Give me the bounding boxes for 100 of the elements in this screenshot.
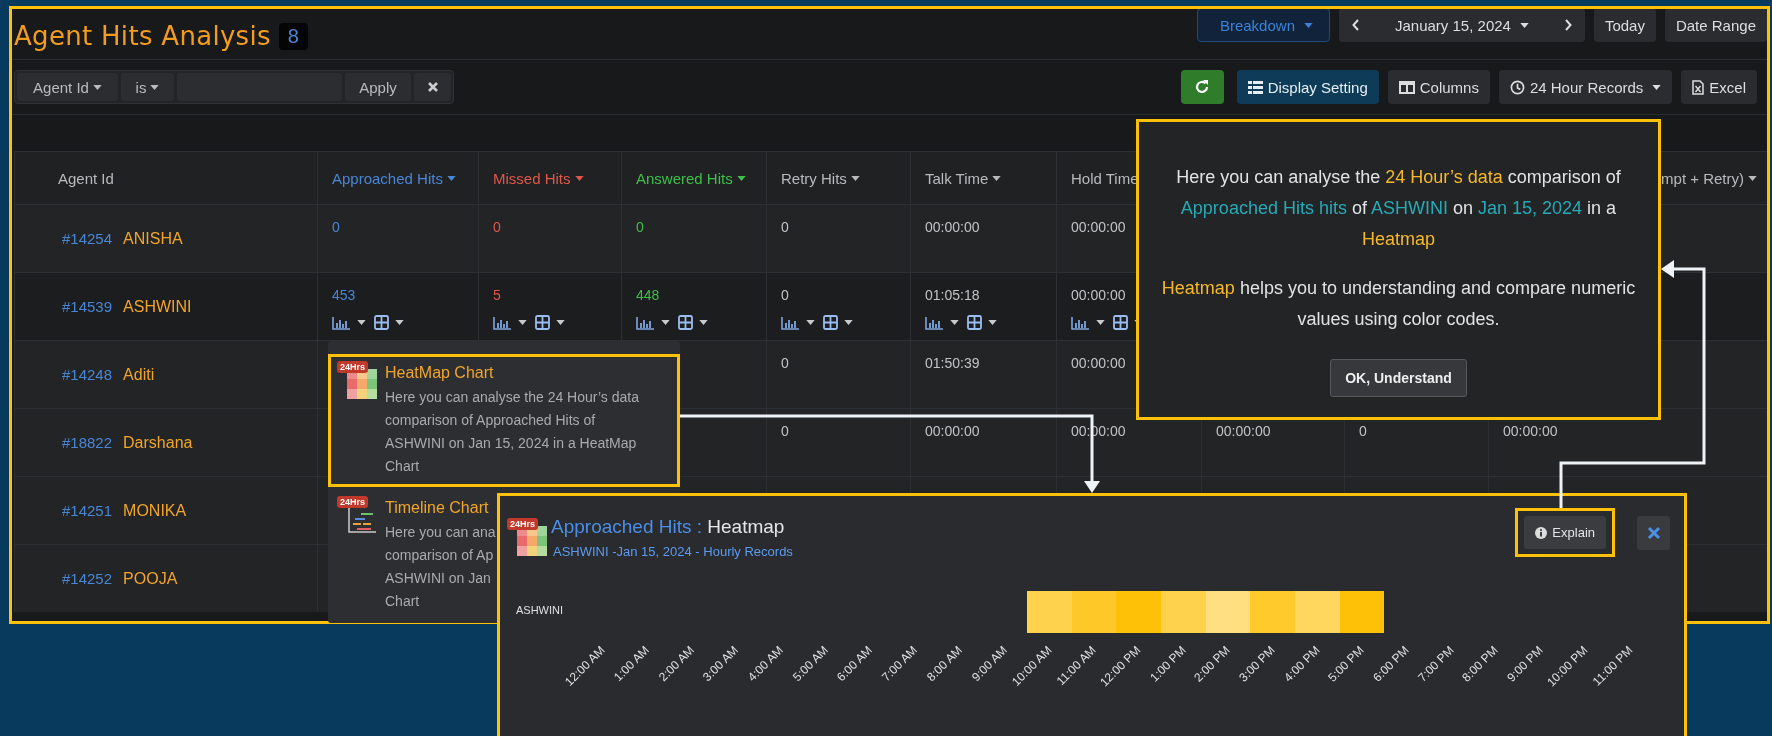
table-cell: 0 [781,423,789,439]
table-cell: 0 [332,219,340,235]
table-cell: 5 [493,287,501,303]
table-cell: 0 [781,287,789,303]
chevron-left-icon [1352,19,1360,31]
panel-subtitle: ASHWINI -Jan 15, 2024 - Hourly Records [553,544,793,559]
hours-badge: 24Hrs [337,496,369,508]
heatmap-icon [517,526,547,556]
chart-type-option[interactable]: 24Hrs HeatMap Chart Here you can analyse the 24 Hour’s data comparison of Approached Hits of ASHWINI on Jan 15, 2024 in a HeatMap Chart [328,354,680,487]
hour-label: 6:00 AM [834,643,876,685]
excel-button[interactable]: Excel [1681,70,1757,104]
caret-icon [395,320,404,325]
records-dropdown[interactable]: 24 Hour Records [1498,70,1673,104]
caret-icon [92,84,102,90]
agent-name[interactable]: ANISHA [123,229,183,248]
agent-id[interactable]: #14539 [62,298,113,315]
agent-name[interactable]: Aditi [123,365,155,384]
table-cell: 01:50:39 [925,355,980,371]
chart-menu-button[interactable] [493,315,527,330]
column-header[interactable]: mpt + Retry) [1661,169,1757,187]
apply-button[interactable]: Apply [345,73,411,101]
page-title: Agent Hits Analysis [14,21,271,51]
table-cell: 00:00:00 [1071,287,1126,303]
hours-badge: 24Hrs [507,518,539,530]
agent-id[interactable]: #18822 [62,434,113,451]
table-menu-button[interactable] [678,315,708,330]
close-icon [1646,526,1661,540]
chart-menu-button[interactable] [781,315,815,330]
column-header[interactable]: Retry Hits [781,169,860,187]
table-cell: 0 [493,219,501,235]
chart-type-option[interactable]: 24Hrs Timeline Chart Here you can ana comparison of Ap ASHWINI on Jan Chart [328,489,497,622]
column-header[interactable]: Talk Time [925,169,1002,187]
grid-icon [535,315,550,330]
hour-label: 4:00 PM [1280,643,1323,685]
table-cell: 0 [781,219,789,235]
grid-icon [678,315,693,330]
grid-icon [374,315,389,330]
hour-label: 7:00 AM [879,643,921,685]
caret-icon [518,320,527,325]
panel-title: Approached Hits : Heatmap [551,516,786,538]
table-cell: 00:00:00 [925,219,980,235]
table-menu-button[interactable] [374,315,404,330]
table-cell: 00:00:00 [1503,423,1558,439]
hour-label: 6:00 PM [1370,643,1412,685]
column-header[interactable]: Approached Hits [332,169,456,187]
column-header[interactable]: Missed Hits [493,169,584,187]
columns-button[interactable]: Columns [1387,70,1490,104]
field-dropdown[interactable]: Agent Id [17,73,118,101]
ok-button[interactable]: OK, Understand [1330,359,1467,397]
close-button[interactable] [1637,516,1670,550]
bar-chart-icon [493,315,512,330]
agent-name[interactable]: Darshana [123,433,193,452]
hour-label: 9:00 AM [968,643,1010,685]
table-cell: 00:00:00 [925,423,980,439]
list-icon [1247,80,1263,94]
caret-icon [950,320,959,325]
chart-menu-button[interactable] [636,315,670,330]
option-description: Here you can ana comparison of Ap ASHWINI on Jan Chart [385,523,496,611]
agent-name[interactable]: POOJA [123,569,178,588]
caret-icon [1519,22,1529,28]
table-cell: 453 [332,287,356,303]
option-title: Timeline Chart [385,499,490,517]
today-button[interactable]: Today [1593,9,1656,42]
table-menu-button[interactable] [823,315,853,330]
explain-button[interactable]: Explain [1524,516,1606,549]
grid-icon [823,315,838,330]
refresh-icon [1194,79,1211,95]
refresh-button[interactable] [1180,70,1224,104]
date-range-button[interactable]: Date Range [1664,9,1767,42]
hour-label: 4:00 AM [745,643,787,685]
table-cell: 00:00:00 [1216,423,1271,439]
operator-dropdown[interactable]: is [121,73,174,101]
agent-id[interactable]: #14254 [62,230,113,247]
agent-id[interactable]: #14248 [62,366,113,383]
caret-icon [150,84,160,90]
chart-menu-button[interactable] [1071,315,1105,330]
agent-name[interactable]: ASHWINI [123,297,192,316]
caret-icon [806,320,815,325]
caret-icon [1652,84,1662,90]
hour-label: 1:00 AM [610,643,652,685]
agent-id[interactable]: #14252 [62,570,113,587]
caret-icon [357,320,366,325]
chart-menu-button[interactable] [925,315,959,330]
spreadsheet-file-icon [1692,79,1705,95]
table-cell: 00:00:00 [1071,355,1126,371]
column-header[interactable]: Answered Hits [636,169,746,187]
agent-name[interactable]: MONIKA [123,501,187,520]
row-label: ASHWINI [515,604,565,616]
caret-icon [1304,22,1313,28]
clear-button[interactable] [414,73,451,101]
agent-id[interactable]: #14251 [62,502,113,519]
grid-icon [967,315,982,330]
table-menu-button[interactable] [967,315,997,330]
display-setting-button[interactable]: Display Setting [1236,70,1379,104]
table-menu-button[interactable] [535,315,565,330]
hour-label: 5:00 AM [789,643,831,685]
chart-menu-button[interactable] [332,315,366,330]
count-badge: 8 [278,22,308,50]
caret-icon [661,320,670,325]
breakdown-button[interactable]: Breakdown [1196,9,1330,42]
